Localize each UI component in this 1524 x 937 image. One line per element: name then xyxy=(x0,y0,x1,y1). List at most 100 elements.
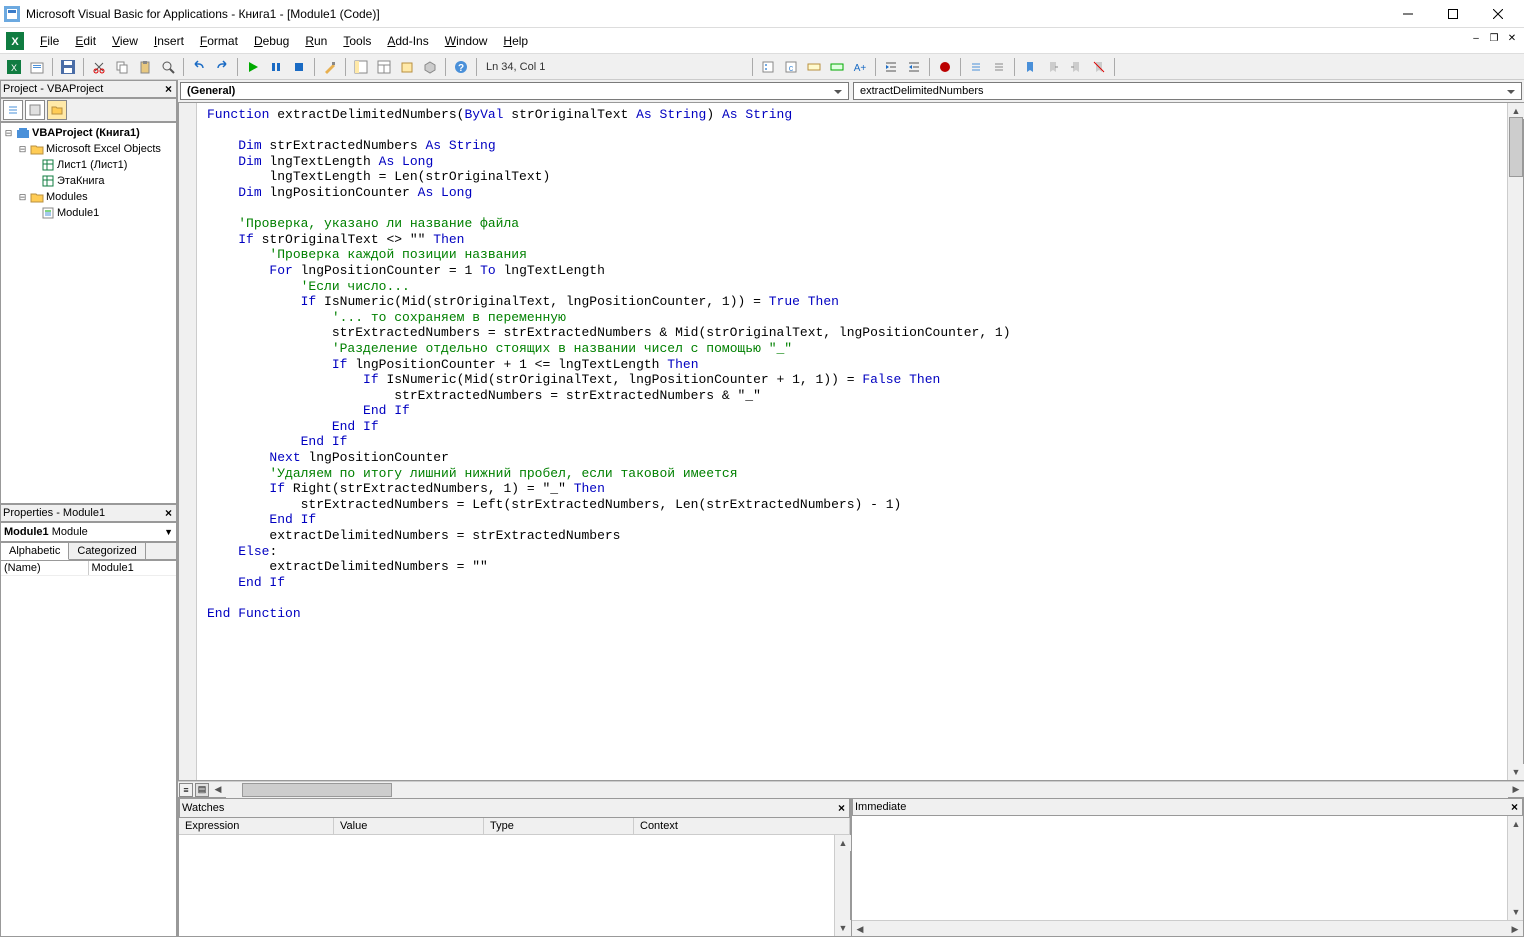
col-context[interactable]: Context xyxy=(634,818,850,834)
toolbox-button[interactable] xyxy=(420,57,440,77)
mdi-minimize-button[interactable]: – xyxy=(1468,30,1484,46)
redo-button[interactable] xyxy=(212,57,232,77)
help-button[interactable]: ? xyxy=(451,57,471,77)
project-tree[interactable]: ⊟ VBAProject (Книга1) ⊟ Microsoft Excel … xyxy=(0,122,177,504)
module-item[interactable]: Module1 xyxy=(3,205,174,221)
scroll-right-arrow[interactable]: ▶ xyxy=(1507,921,1523,936)
menu-add-ins[interactable]: Add-Ins xyxy=(379,31,436,51)
object-browser-button[interactable] xyxy=(397,57,417,77)
list-properties-button[interactable] xyxy=(758,57,778,77)
scroll-left-arrow[interactable]: ◀ xyxy=(852,921,868,936)
col-type[interactable]: Type xyxy=(484,818,634,834)
menu-edit[interactable]: Edit xyxy=(67,31,104,51)
code-margin[interactable] xyxy=(179,103,197,780)
thisworkbook-item[interactable]: ЭтаКнига xyxy=(3,173,174,189)
minimize-button[interactable] xyxy=(1385,0,1430,28)
watches-vscroll[interactable]: ▲ ▼ xyxy=(834,835,850,936)
properties-window-button[interactable] xyxy=(374,57,394,77)
scroll-up-arrow[interactable]: ▲ xyxy=(1508,816,1523,832)
paste-button[interactable] xyxy=(135,57,155,77)
cut-button[interactable] xyxy=(89,57,109,77)
immediate-body[interactable]: ▲ ▼ ◀ ▶ xyxy=(852,816,1523,936)
close-button[interactable] xyxy=(1475,0,1520,28)
watches-body[interactable]: ▲ ▼ xyxy=(179,835,850,936)
save-button[interactable] xyxy=(58,57,78,77)
project-panel-close-button[interactable]: × xyxy=(163,82,174,96)
sheet-item[interactable]: Лист1 (Лист1) xyxy=(3,157,174,173)
copy-button[interactable] xyxy=(112,57,132,77)
menu-format[interactable]: Format xyxy=(192,31,246,51)
quick-info-button[interactable] xyxy=(804,57,824,77)
vertical-scrollbar[interactable]: ▲ ▼ xyxy=(1507,103,1523,780)
code-content[interactable]: Function extractDelimitedNumbers(ByVal s… xyxy=(197,103,1507,780)
undo-button[interactable] xyxy=(189,57,209,77)
procedure-view-toggle[interactable]: ≡ xyxy=(179,783,193,797)
menu-run[interactable]: Run xyxy=(297,31,335,51)
view-code-button[interactable] xyxy=(3,100,23,120)
full-module-view-toggle[interactable]: ▤ xyxy=(195,783,209,797)
break-button[interactable] xyxy=(266,57,286,77)
menu-help[interactable]: Help xyxy=(495,31,536,51)
next-bookmark-button[interactable] xyxy=(1043,57,1063,77)
menu-insert[interactable]: Insert xyxy=(146,31,192,51)
list-constants-button[interactable]: c xyxy=(781,57,801,77)
expand-icon[interactable]: ⊟ xyxy=(17,192,28,203)
code-editor[interactable]: Function extractDelimitedNumbers(ByVal s… xyxy=(178,102,1524,781)
procedure-dropdown[interactable]: extractDelimitedNumbers xyxy=(853,82,1522,100)
previous-bookmark-button[interactable] xyxy=(1066,57,1086,77)
expand-icon[interactable]: ⊟ xyxy=(3,128,14,139)
toggle-bookmark-button[interactable] xyxy=(1020,57,1040,77)
watches-close-button[interactable]: × xyxy=(836,801,847,815)
scroll-up-arrow[interactable]: ▲ xyxy=(835,835,851,851)
property-name-value[interactable]: Module1 xyxy=(89,561,177,575)
project-explorer-button[interactable] xyxy=(351,57,371,77)
design-mode-button[interactable] xyxy=(320,57,340,77)
hscroll-track[interactable] xyxy=(226,782,1508,798)
menu-tools[interactable]: Tools xyxy=(335,31,379,51)
menu-file[interactable]: File xyxy=(32,31,67,51)
complete-word-button[interactable]: A+ xyxy=(850,57,870,77)
expand-icon[interactable]: ⊟ xyxy=(17,144,28,155)
property-row[interactable]: (Name) Module1 xyxy=(1,561,176,576)
project-root[interactable]: ⊟ VBAProject (Книга1) xyxy=(3,125,174,141)
folder-excel-objects[interactable]: ⊟ Microsoft Excel Objects xyxy=(3,141,174,157)
toggle-breakpoint-button[interactable] xyxy=(935,57,955,77)
vscroll-thumb[interactable] xyxy=(1509,117,1523,177)
folder-modules[interactable]: ⊟ Modules xyxy=(3,189,174,205)
clear-bookmarks-button[interactable] xyxy=(1089,57,1109,77)
parameter-info-button[interactable] xyxy=(827,57,847,77)
scroll-down-arrow[interactable]: ▼ xyxy=(1508,904,1523,920)
object-dropdown[interactable]: (General) xyxy=(180,82,849,100)
hscroll-thumb[interactable] xyxy=(242,783,392,797)
col-value[interactable]: Value xyxy=(334,818,484,834)
scroll-right-arrow[interactable]: ▶ xyxy=(1508,782,1524,798)
toggle-folders-button[interactable] xyxy=(47,100,67,120)
uncomment-block-button[interactable] xyxy=(989,57,1009,77)
tab-alphabetic[interactable]: Alphabetic xyxy=(1,543,69,560)
view-object-button[interactable] xyxy=(25,100,45,120)
view-excel-button[interactable]: X xyxy=(4,57,24,77)
menu-view[interactable]: View xyxy=(104,31,146,51)
immediate-hscroll[interactable]: ◀ ▶ xyxy=(852,920,1523,936)
mdi-restore-button[interactable]: ❐ xyxy=(1486,30,1502,46)
properties-object-selector[interactable]: Module1 Module ▼ xyxy=(0,522,177,542)
properties-panel-close-button[interactable]: × xyxy=(163,506,174,520)
scroll-down-arrow[interactable]: ▼ xyxy=(1508,764,1524,780)
indent-button[interactable] xyxy=(881,57,901,77)
col-expression[interactable]: Expression xyxy=(179,818,334,834)
menu-debug[interactable]: Debug xyxy=(246,31,297,51)
immediate-vscroll[interactable]: ▲ ▼ xyxy=(1507,816,1523,920)
mdi-close-button[interactable]: ✕ xyxy=(1504,30,1520,46)
scroll-down-arrow[interactable]: ▼ xyxy=(835,920,851,936)
maximize-button[interactable] xyxy=(1430,0,1475,28)
reset-button[interactable] xyxy=(289,57,309,77)
tab-categorized[interactable]: Categorized xyxy=(69,543,145,559)
scroll-left-arrow[interactable]: ◀ xyxy=(210,782,226,798)
run-button[interactable] xyxy=(243,57,263,77)
outdent-button[interactable] xyxy=(904,57,924,77)
menu-window[interactable]: Window xyxy=(437,31,496,51)
find-button[interactable] xyxy=(158,57,178,77)
properties-grid[interactable]: (Name) Module1 xyxy=(0,560,177,937)
insert-module-button[interactable] xyxy=(27,57,47,77)
comment-block-button[interactable] xyxy=(966,57,986,77)
